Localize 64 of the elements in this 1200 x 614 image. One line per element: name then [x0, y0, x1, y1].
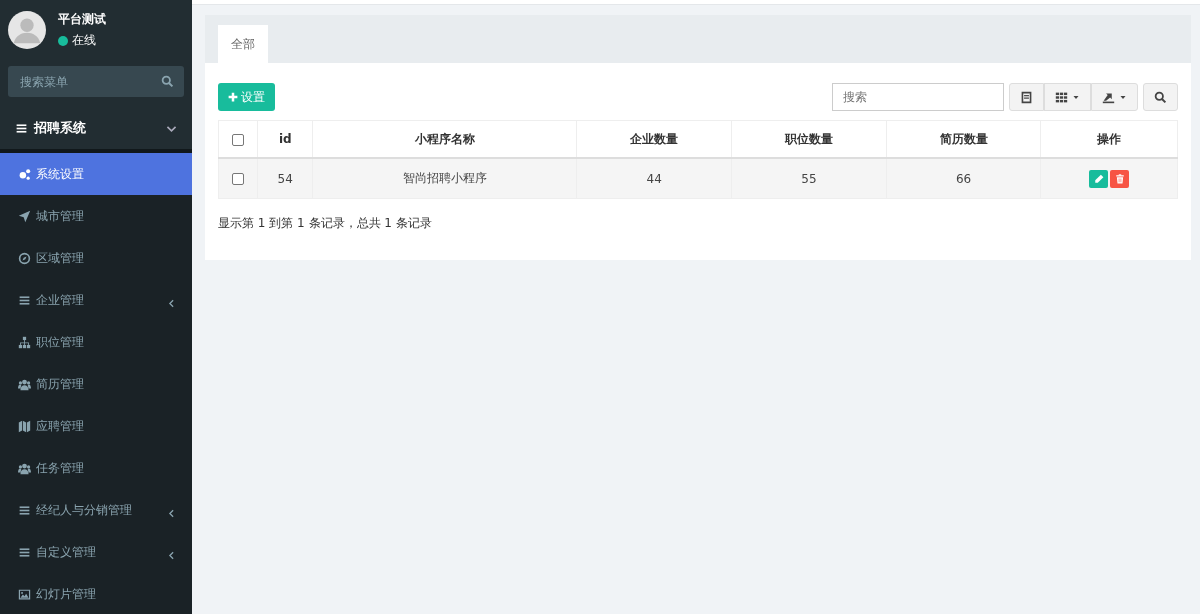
sitemap-icon	[18, 335, 31, 349]
users-icon	[18, 461, 31, 475]
sidebar-item[interactable]: 自定义管理	[0, 531, 192, 573]
avatar	[8, 11, 46, 49]
delete-button[interactable]	[1110, 169, 1130, 188]
sidebar-item-label: 幻灯片管理	[36, 585, 97, 603]
tab[interactable]: 全部	[218, 25, 268, 63]
sidebar-item[interactable]: 城市管理	[0, 195, 192, 237]
pagination-info: 显示第 1 到第 1 条记录，总共 1 条记录	[218, 215, 433, 232]
caret-down-icon	[1119, 93, 1127, 101]
toggle-view-button[interactable]	[1009, 83, 1044, 111]
sidebar-item[interactable]: 职位管理	[0, 321, 192, 363]
search-field[interactable]: 搜索	[832, 83, 1004, 111]
sidebar-item-label: 自定义管理	[36, 543, 97, 561]
sidebar-item[interactable]: 经纪人与分销管理	[0, 489, 192, 531]
table-icon	[1020, 90, 1033, 104]
sidebar-item[interactable]: 区域管理	[0, 237, 192, 279]
gears-icon	[18, 167, 31, 181]
list-icon	[15, 121, 28, 135]
sidebar-item-label: 企业管理	[36, 291, 85, 309]
search-button[interactable]	[1143, 83, 1178, 111]
sidebar-item-label: 职位管理	[36, 333, 85, 351]
sidebar-item-label: 应聘管理	[36, 417, 85, 435]
status-text: 在线	[72, 32, 96, 49]
sidebar-item-label: 城市管理	[36, 207, 85, 225]
sidebar-item[interactable]: 企业管理	[0, 279, 192, 321]
sidebar-item[interactable]: 系统设置	[0, 153, 192, 195]
list-icon	[18, 545, 31, 559]
table-cell: 55	[731, 158, 887, 199]
export-button[interactable]	[1091, 83, 1138, 111]
export-icon	[1102, 90, 1115, 104]
map-icon	[18, 419, 31, 433]
table-cell: 54	[257, 158, 313, 199]
search-icon	[161, 75, 174, 88]
search-icon	[1154, 90, 1167, 104]
grid-icon	[1055, 90, 1068, 104]
menu-group-label: 招聘系统	[34, 119, 87, 137]
sidebar-item-label: 区域管理	[36, 249, 85, 267]
sidebar-item-label: 简历管理	[36, 375, 85, 393]
sidebar-item-label: 经纪人与分销管理	[36, 501, 133, 519]
user-name: 平台测试	[58, 11, 106, 28]
table-cell: 智尚招聘小程序	[312, 158, 577, 199]
list-icon	[18, 503, 31, 517]
sidebar-item[interactable]: 幻灯片管理	[0, 573, 192, 614]
sidebar-item-label: 系统设置	[36, 165, 85, 183]
caret-down-icon	[1072, 93, 1080, 101]
menu-search-field[interactable]: 搜索菜单	[8, 66, 184, 97]
users-icon	[18, 377, 31, 391]
plus-icon	[228, 92, 238, 102]
select-all-checkbox[interactable]	[232, 133, 244, 146]
image-icon	[18, 587, 31, 601]
columns-button[interactable]	[1044, 83, 1091, 111]
compass-icon	[18, 251, 31, 265]
pencil-icon	[1093, 173, 1104, 184]
sidebar-item[interactable]: 任务管理	[0, 447, 192, 489]
sidebar-item[interactable]: 简历管理	[0, 363, 192, 405]
sidebar-item[interactable]: 应聘管理	[0, 405, 192, 447]
table-cell: 44	[576, 158, 732, 199]
location-arrow-icon	[18, 209, 31, 223]
list-icon	[18, 293, 31, 307]
table-cell: 66	[886, 158, 1041, 199]
trash-icon	[1114, 173, 1125, 184]
sidebar-item-label: 任务管理	[36, 459, 85, 477]
row-checkbox[interactable]	[232, 173, 244, 185]
